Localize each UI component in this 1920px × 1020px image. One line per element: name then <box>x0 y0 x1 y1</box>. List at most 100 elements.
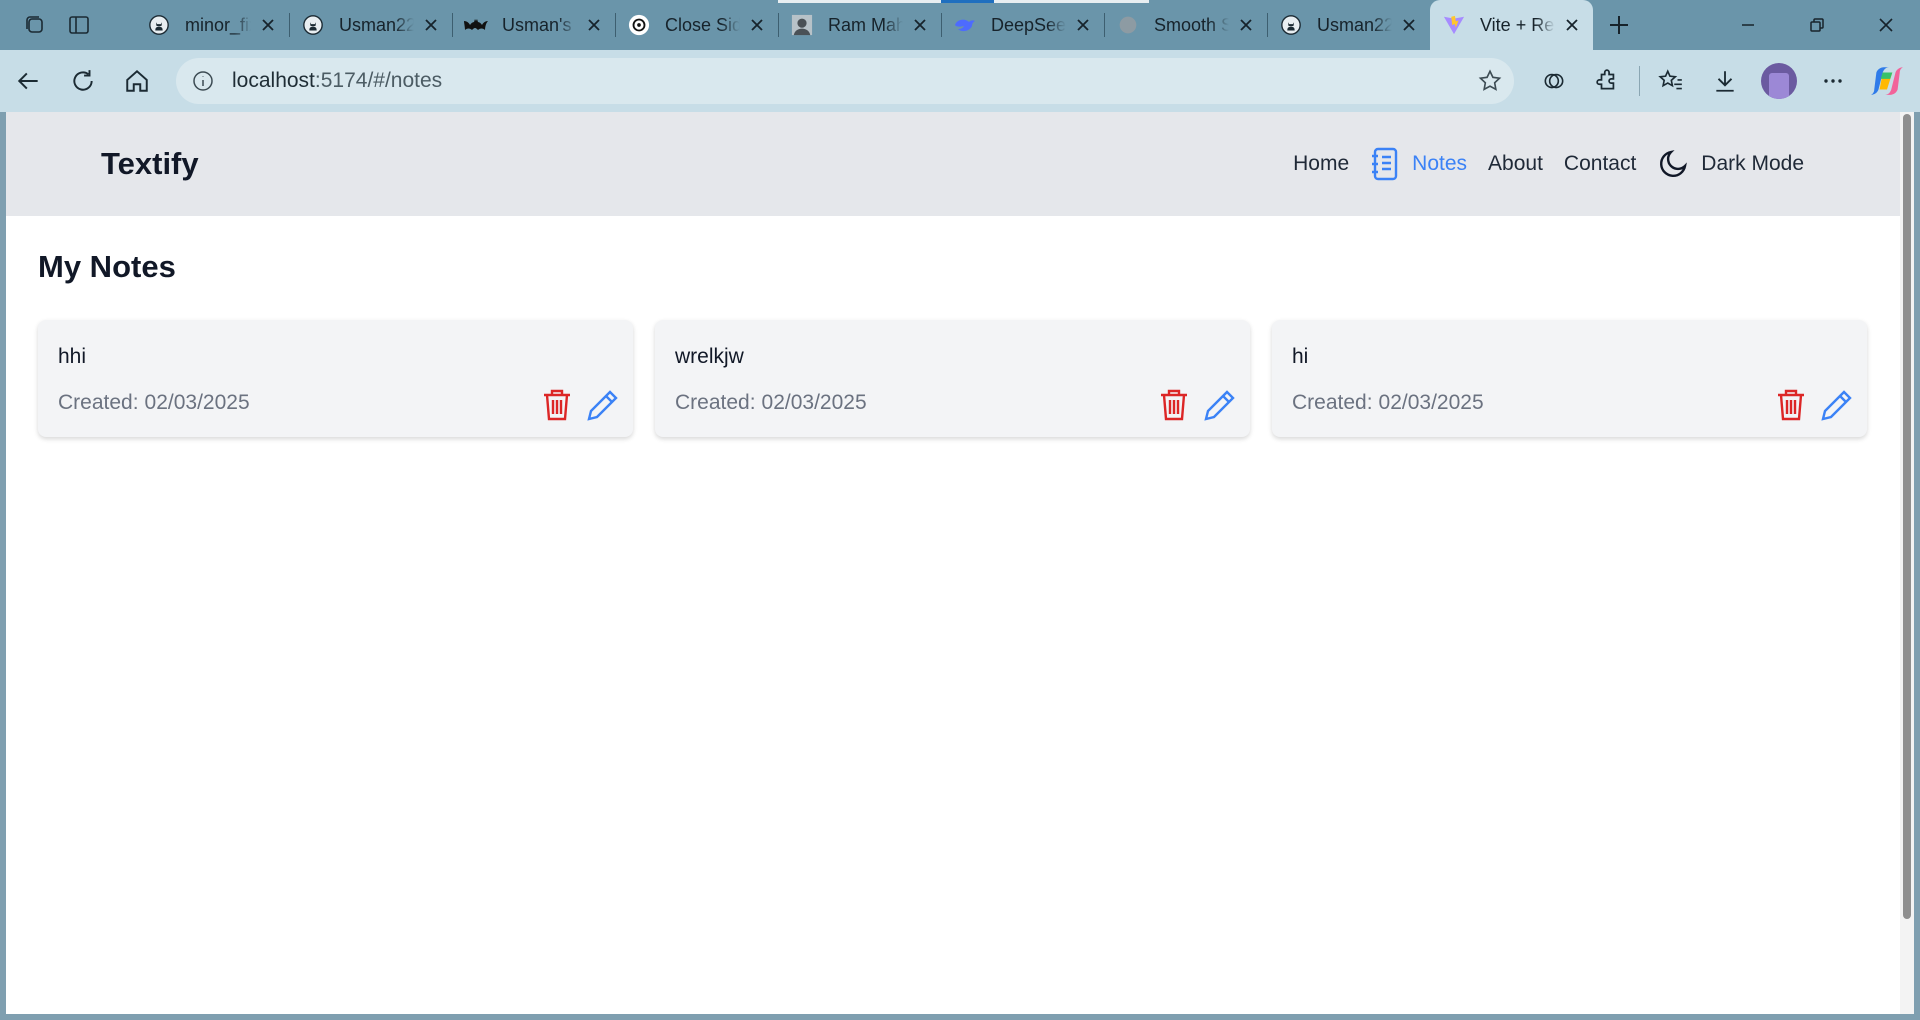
page-title: My Notes <box>38 249 176 284</box>
close-tab-icon[interactable] <box>420 14 442 36</box>
pencil-icon <box>1821 390 1852 421</box>
trash-icon <box>1778 389 1804 421</box>
plus-icon <box>1610 16 1628 34</box>
close-icon <box>1878 18 1893 32</box>
browser-tab[interactable]: minor_fix <box>135 0 289 50</box>
trash-icon <box>1161 389 1187 421</box>
tab-actions-icon <box>69 16 89 34</box>
more-icon <box>1824 79 1842 83</box>
site-info-icon[interactable] <box>180 58 226 104</box>
note-card[interactable]: hi Created: 02/03/2025 <box>1272 320 1867 437</box>
scrollbar-thumb[interactable] <box>1903 114 1911 919</box>
notebook-icon <box>1370 147 1400 181</box>
copilot-icon <box>1871 67 1903 95</box>
moon-icon <box>1657 148 1689 180</box>
back-arrow-icon <box>17 72 38 90</box>
workspaces-icon <box>26 16 43 33</box>
dark-mode-toggle[interactable]: Dark Mode <box>1657 148 1804 180</box>
browser-tab[interactable]: Ram Mah <box>778 0 941 50</box>
browser-tab[interactable]: Usman's <box>452 0 615 50</box>
browser-tab-active[interactable]: Vite + Re <box>1430 0 1593 50</box>
note-title: wrelkjw <box>675 345 744 368</box>
back-button[interactable] <box>2 50 56 112</box>
window-controls <box>1713 0 1920 50</box>
downloads-button[interactable] <box>1698 50 1752 112</box>
close-tab-icon[interactable] <box>909 14 931 36</box>
close-tab-icon[interactable] <box>1398 14 1420 36</box>
refresh-icon <box>73 70 93 91</box>
vite-icon <box>1442 13 1466 37</box>
close-tab-icon[interactable] <box>583 14 605 36</box>
deepseek-icon <box>953 13 977 37</box>
page-scrollbar[interactable] <box>1900 112 1914 1014</box>
tab-title: Vite + Re <box>1480 14 1555 35</box>
workspaces-button[interactable] <box>13 0 57 50</box>
page-viewport: Textify Home Notes About Contact Dark Mo… <box>6 112 1900 1014</box>
nav-links: Home Notes About Contact Dark Mode <box>1272 112 1804 216</box>
browser-tab[interactable]: DeepSee <box>941 0 1104 50</box>
toolbar-right <box>1527 50 1920 112</box>
nav-home[interactable]: Home <box>1293 152 1349 176</box>
delete-note-button[interactable] <box>1773 387 1809 423</box>
note-card[interactable]: hhi Created: 02/03/2025 <box>38 320 633 437</box>
edit-note-button[interactable] <box>585 387 621 423</box>
main-content: My Notes hhi Created: 02/03/2025 wrelkjw … <box>6 216 1900 470</box>
nav-about[interactable]: About <box>1488 152 1543 176</box>
pencil-icon <box>587 390 618 421</box>
tab-title: Smooth S <box>1154 14 1229 35</box>
delete-note-button[interactable] <box>1156 387 1192 423</box>
tab-title: Usman's <box>502 14 572 35</box>
extensions-button[interactable] <box>1581 50 1635 112</box>
dark-mode-label: Dark Mode <box>1701 152 1804 175</box>
nav-notes-label: Notes <box>1412 152 1468 175</box>
close-tab-icon[interactable] <box>1235 14 1257 36</box>
nav-contact[interactable]: Contact <box>1564 152 1636 176</box>
extension-button[interactable] <box>1527 50 1581 112</box>
address-bar[interactable]: localhost:5174/#/notes <box>176 58 1514 104</box>
note-actions <box>1146 387 1238 423</box>
url-text: localhost:5174/#/notes <box>232 69 443 92</box>
favorites-icon <box>1658 69 1682 90</box>
restore-icon <box>1809 18 1824 32</box>
minimize-icon <box>1741 24 1754 26</box>
browser-tab[interactable]: Smooth S <box>1104 0 1267 50</box>
restore-button[interactable] <box>1782 0 1851 50</box>
close-tab-icon[interactable] <box>746 14 768 36</box>
note-actions <box>1763 387 1855 423</box>
note-card[interactable]: wrelkjw Created: 02/03/2025 <box>655 320 1250 437</box>
browser-tab[interactable]: Close Sid <box>615 0 778 50</box>
browser-tab[interactable]: Usman22 <box>1267 0 1430 50</box>
delete-note-button[interactable] <box>539 387 575 423</box>
close-tab-icon[interactable] <box>1561 14 1583 36</box>
edit-note-button[interactable] <box>1819 387 1855 423</box>
favorite-star-icon[interactable] <box>1476 67 1504 95</box>
settings-more-button[interactable] <box>1806 50 1860 112</box>
brand-logo[interactable]: Textify <box>101 146 199 182</box>
profile-button[interactable] <box>1752 50 1806 112</box>
note-title: hi <box>1292 345 1309 368</box>
favorites-button[interactable] <box>1644 50 1698 112</box>
photo-icon <box>790 13 814 37</box>
refresh-button[interactable] <box>56 50 110 112</box>
close-tab-icon[interactable] <box>1072 14 1094 36</box>
nav-notes[interactable]: Notes <box>1370 147 1467 181</box>
copilot-button[interactable] <box>1860 50 1914 112</box>
browser-tab[interactable]: Usman22 <box>289 0 452 50</box>
tab-title: Ram Mah <box>828 14 903 35</box>
vertical-tabs-button[interactable] <box>57 0 101 50</box>
tab-strip: minor_fix Usman22 Usman's Close Sid Ram … <box>0 0 1920 50</box>
avatar <box>1761 63 1797 99</box>
close-tab-icon[interactable] <box>257 14 279 36</box>
note-title: hhi <box>58 345 87 368</box>
github-icon <box>147 13 171 37</box>
close-window-button[interactable] <box>1851 0 1920 50</box>
app-navbar: Textify Home Notes About Contact Dark Mo… <box>6 112 1900 216</box>
globe-icon <box>1116 13 1140 37</box>
puzzle-icon <box>1596 69 1615 90</box>
minimize-button[interactable] <box>1713 0 1782 50</box>
tab-title: DeepSee <box>991 14 1066 35</box>
home-button[interactable] <box>110 50 164 112</box>
edit-note-button[interactable] <box>1202 387 1238 423</box>
new-tab-button[interactable] <box>1593 0 1645 50</box>
home-icon <box>126 69 148 92</box>
